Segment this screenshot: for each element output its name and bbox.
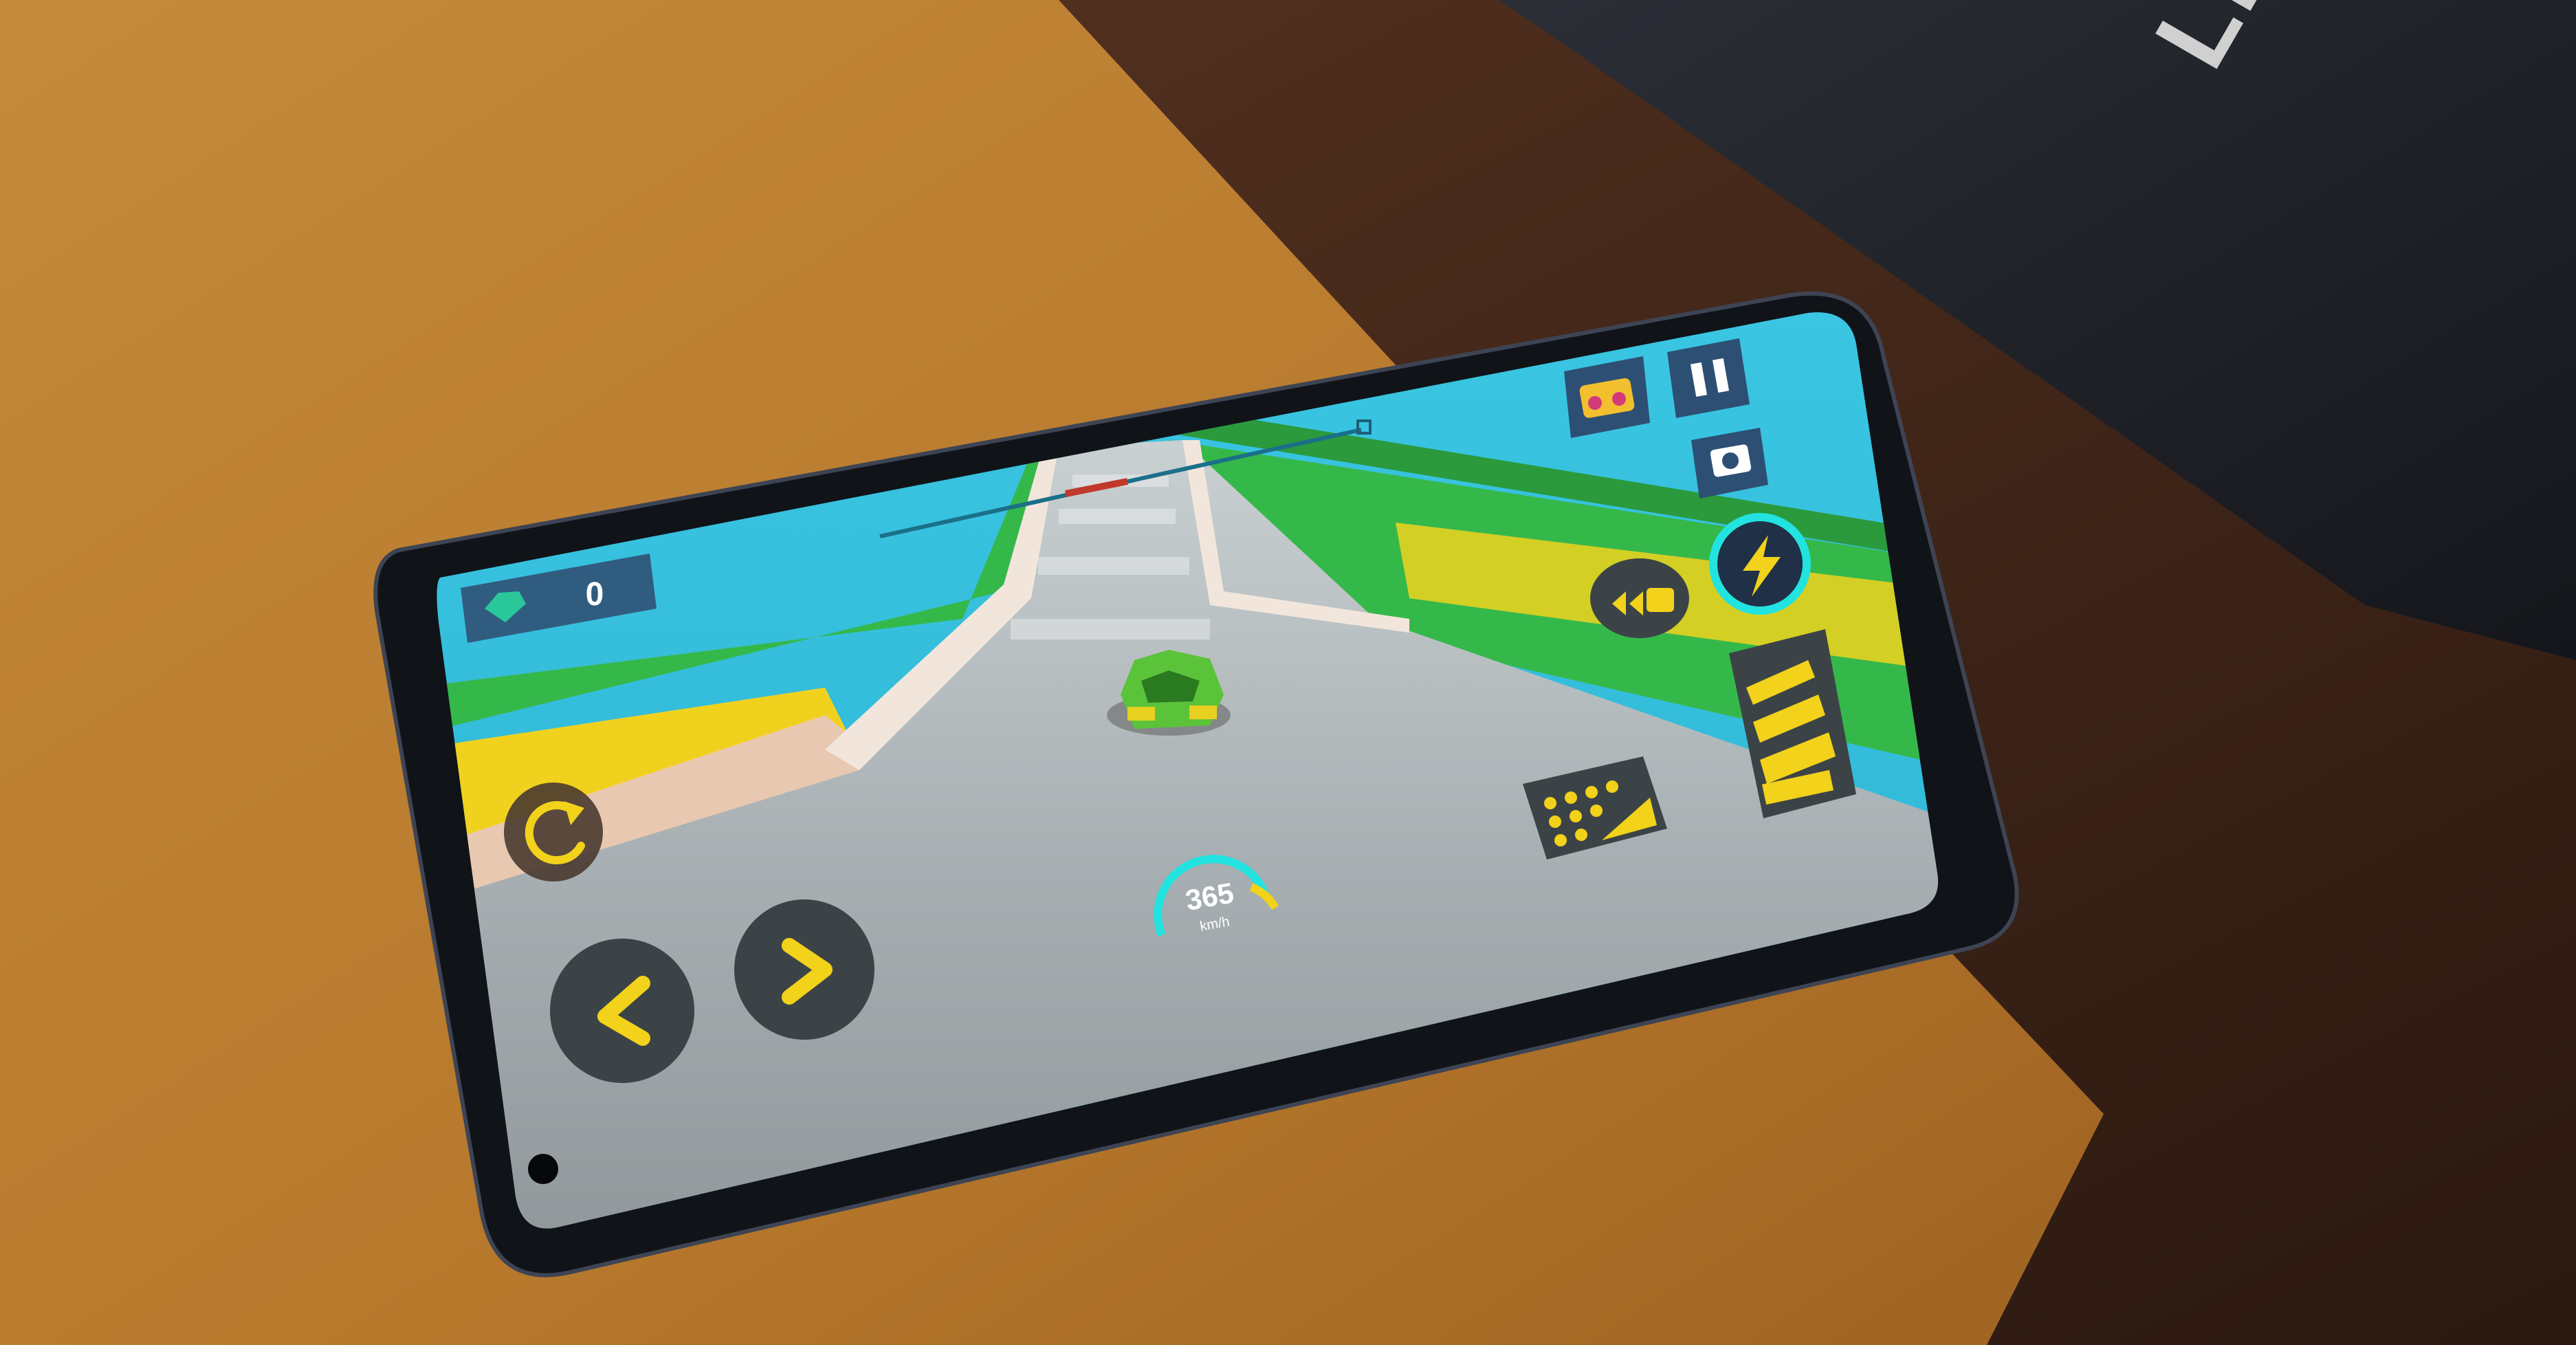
restart-button[interactable] bbox=[504, 783, 603, 882]
photo-scene bbox=[0, 0, 2576, 1345]
steer-right-button[interactable] bbox=[734, 899, 874, 1040]
steer-left-button[interactable] bbox=[550, 939, 694, 1083]
pause-button[interactable] bbox=[1667, 338, 1750, 418]
rewind-button[interactable] bbox=[1590, 558, 1689, 638]
gem-count: 0 bbox=[586, 576, 604, 613]
nitro-button[interactable] bbox=[1709, 513, 1811, 615]
